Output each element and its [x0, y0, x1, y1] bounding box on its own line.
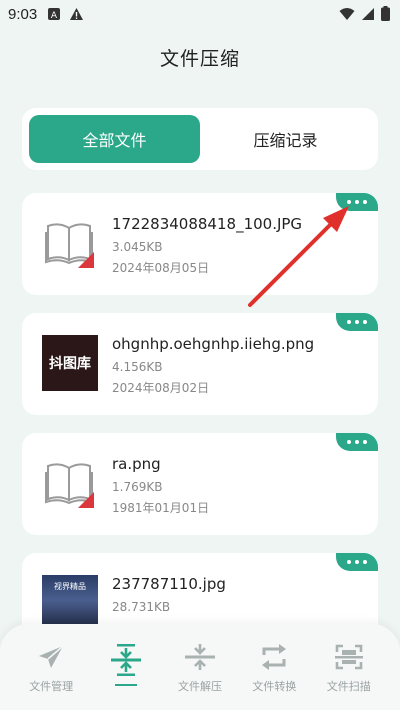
nav-label: 文件解压 [177, 680, 222, 693]
svg-text:A: A [51, 11, 58, 21]
file-card[interactable]: 1722834088418_100.JPG 3.045KB 2024年08月05… [22, 193, 378, 295]
image-thumbnail: 视界精品 [42, 575, 98, 631]
file-date: 2024年08月02日 [112, 381, 210, 395]
file-name: 1722834088418_100.JPG [112, 215, 303, 233]
file-name: ohgnhp.oehgnhp.iiehg.png [112, 335, 315, 353]
thumbnail-logo-text: 抖图库 [42, 335, 98, 391]
tab-compress-history[interactable]: 压缩记录 [200, 115, 371, 163]
file-size: 3.045KB [112, 240, 163, 254]
more-options-button[interactable] [336, 193, 378, 211]
file-size: 4.156KB [112, 360, 163, 374]
nav-compress[interactable] [94, 624, 158, 710]
file-name: ra.png [112, 455, 161, 473]
active-indicator [114, 684, 137, 686]
file-tabs: 全部文件 压缩记录 [22, 108, 378, 170]
signal-icon [361, 7, 375, 25]
battery-icon [381, 6, 390, 25]
thumbnail-logo-text: 视界精品 [42, 575, 98, 631]
book-icon [42, 455, 98, 511]
file-date: 1981年01月01日 [112, 501, 210, 515]
paper-plane-icon [37, 644, 65, 674]
file-name: 237787110.jpg [112, 575, 226, 593]
nav-decompress[interactable]: 文件解压 [168, 624, 232, 710]
image-thumbnail: 抖图库 [42, 335, 98, 391]
file-card[interactable]: 抖图库 ohgnhp.oehgnhp.iiehg.png 4.156KB 202… [22, 313, 378, 415]
file-date: 2024年08月05日 [112, 261, 210, 275]
compress-icon [110, 644, 141, 680]
book-icon [42, 215, 98, 271]
page-title: 文件压缩 [159, 48, 240, 70]
nav-label: 文件扫描 [326, 680, 371, 693]
tab-all-files[interactable]: 全部文件 [29, 115, 200, 163]
file-card[interactable]: ra.png 1.769KB 1981年01月01日 [22, 433, 378, 535]
nav-file-manager[interactable]: 文件管理 [19, 624, 83, 710]
wifi-icon [339, 7, 355, 25]
nav-convert[interactable]: 文件转换 [242, 624, 306, 710]
decompress-icon [184, 644, 215, 674]
nav-scan[interactable]: 文件扫描 [317, 624, 381, 710]
bottom-nav: 文件管理 文件解压 文件转换 文件扫描 [0, 624, 400, 710]
warning-icon [69, 7, 84, 21]
more-options-button[interactable] [336, 433, 378, 451]
convert-icon [260, 644, 288, 674]
notification-a-icon: A [47, 7, 61, 21]
more-options-button[interactable] [336, 313, 378, 331]
more-options-button[interactable] [336, 553, 378, 571]
nav-label: 文件转换 [252, 680, 297, 693]
status-time: 9:03 [8, 5, 38, 23]
status-bar: 9:03 A [0, 0, 400, 28]
file-size: 28.731KB [112, 600, 171, 614]
scan-icon [334, 644, 363, 674]
file-size: 1.769KB [112, 480, 163, 494]
nav-label: 文件管理 [29, 680, 74, 693]
